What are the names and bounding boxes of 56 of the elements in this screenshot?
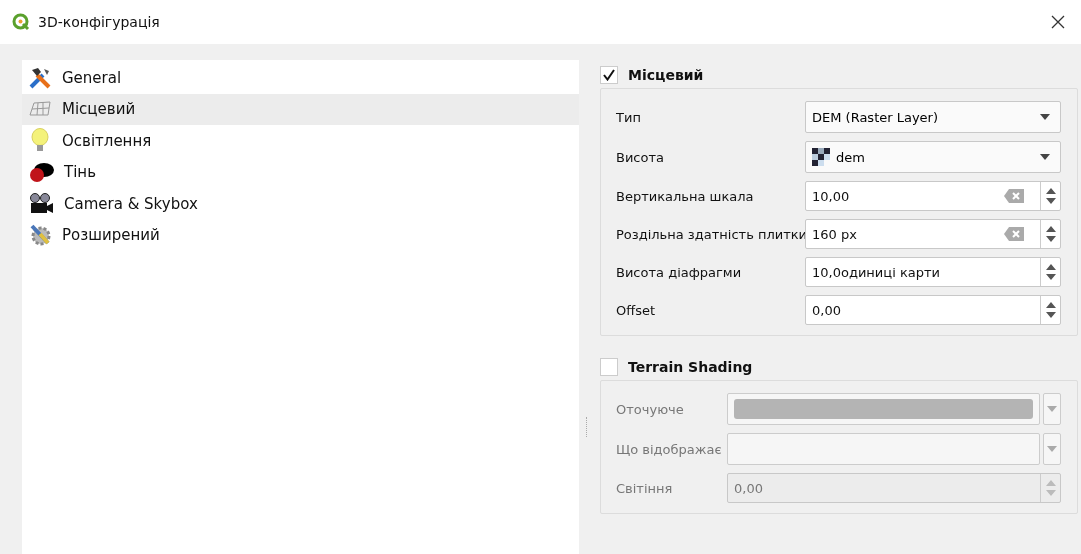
- color-button[interactable]: [727, 393, 1040, 425]
- sidebar-item-label: Тінь: [64, 163, 96, 182]
- dropdown-arrow-icon: [1047, 446, 1057, 452]
- layer-dropdown[interactable]: dem: [805, 141, 1061, 173]
- splitter-handle[interactable]: [585, 417, 588, 437]
- number-spinbox[interactable]: 160 px: [805, 219, 1061, 249]
- sidebar-item[interactable]: General: [22, 62, 580, 94]
- sidebar-item-label: Місцевий: [62, 100, 136, 119]
- field-label: Висота: [616, 149, 665, 165]
- number-input[interactable]: 160 px: [806, 220, 988, 248]
- wrench-gear-icon: [28, 223, 52, 248]
- section-title: Місцевий: [628, 67, 704, 83]
- raster-layer-icon: [812, 148, 830, 166]
- movie-camera-icon: [28, 191, 54, 216]
- sidebar-item-label: General: [62, 68, 122, 87]
- tools-icon: [28, 65, 52, 90]
- section-title: Terrain Shading: [628, 359, 753, 375]
- field-label: Оточуюче: [616, 401, 685, 417]
- symbol-button[interactable]: [727, 433, 1040, 465]
- dropdown-button[interactable]: [1043, 393, 1061, 425]
- field-label: Offset: [616, 302, 657, 318]
- checkbox[interactable]: [600, 66, 618, 84]
- sidebar-item[interactable]: Camera & Skybox: [22, 188, 580, 220]
- up-down-arrows-icon: [1045, 301, 1056, 319]
- clear-icon: [1004, 189, 1024, 203]
- field-label: Вертикальна шкала: [616, 188, 755, 204]
- sidebar-item-label: Розширений: [62, 226, 160, 245]
- check-icon: [603, 69, 615, 81]
- field-label: Що відображає: [616, 441, 723, 457]
- dropdown-arrow-icon: [1047, 406, 1057, 412]
- sidebar-item[interactable]: Місцевий: [22, 93, 580, 125]
- dropdown-arrow-icon: [1040, 154, 1050, 160]
- clear-icon: [1004, 227, 1024, 241]
- field-label: Світіння: [616, 480, 674, 496]
- app-logo-icon: [12, 13, 30, 31]
- number-input[interactable]: 10,00: [806, 182, 988, 210]
- dropdown-arrow-icon: [1040, 114, 1050, 120]
- up-down-arrows-icon: [1045, 225, 1056, 243]
- number-spinbox[interactable]: 10,00: [805, 181, 1061, 211]
- field-label: Тип: [616, 109, 642, 125]
- shadow-sphere-icon: [28, 160, 54, 185]
- dropdown-button[interactable]: [1043, 433, 1061, 465]
- sidebar-item[interactable]: Освітлення: [22, 125, 580, 157]
- field-label: Висота діафрагми: [616, 264, 743, 280]
- close-icon: [1051, 15, 1065, 29]
- up-down-arrows-icon: [1045, 263, 1056, 281]
- window-title: 3D-конфігурація: [38, 14, 161, 30]
- up-down-arrows-icon: [1045, 479, 1056, 497]
- sidebar-item[interactable]: Розширений: [22, 219, 580, 251]
- sidebar-item-label: Освітлення: [62, 131, 152, 150]
- light-bulb-icon: [28, 127, 52, 154]
- sidebar-item[interactable]: Тінь: [22, 156, 580, 188]
- checkbox[interactable]: [600, 358, 618, 376]
- up-down-arrows-icon: [1045, 187, 1056, 205]
- type-dropdown[interactable]: DEM (Raster Layer): [805, 101, 1061, 133]
- sidebar-item-label: Camera & Skybox: [64, 194, 198, 213]
